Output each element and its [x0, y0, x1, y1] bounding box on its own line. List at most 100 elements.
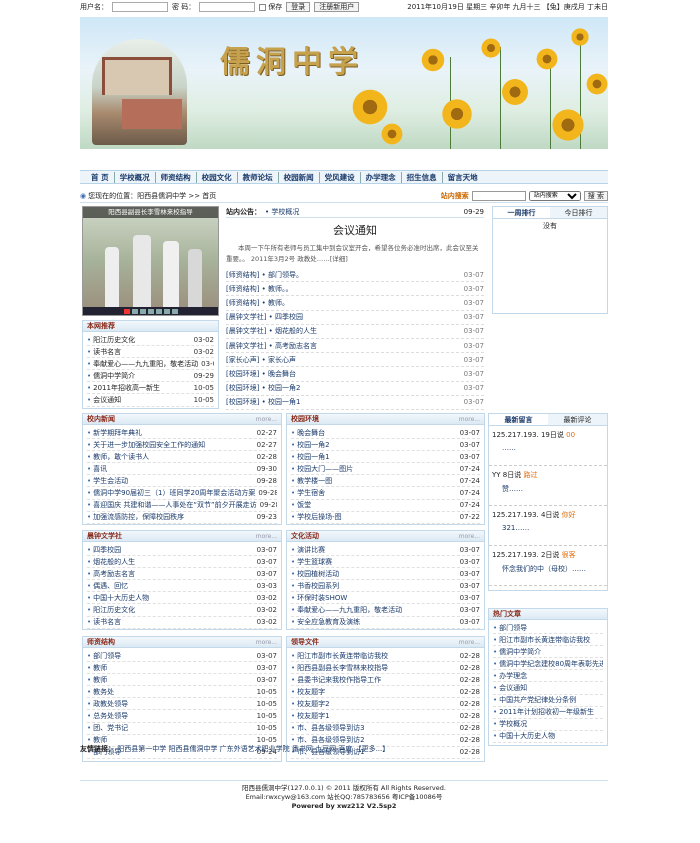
- item-title[interactable]: 政教处领导: [93, 699, 128, 709]
- list-item[interactable]: • 会议通知: [493, 682, 603, 695]
- list-item[interactable]: • 中国共产党纪律处分条例: [493, 695, 603, 707]
- list-item[interactable]: •奉献爱心——九九重阳，敬老活动03-02: [87, 358, 214, 371]
- more-link[interactable]: more...: [459, 533, 480, 540]
- nav-home[interactable]: 首 页: [86, 171, 115, 183]
- list-item[interactable]: • 教师 03-07: [87, 674, 277, 687]
- item-title[interactable]: 奉献爱心——九九重阳，敬老活动: [297, 605, 402, 615]
- list-item[interactable]: • 校园植树活动 03-07: [291, 568, 480, 581]
- list-item[interactable]: • 演讲比赛 03-07: [291, 544, 480, 557]
- message-title[interactable]: 很客: [562, 551, 576, 559]
- more-link[interactable]: more...: [459, 639, 480, 646]
- message-item[interactable]: 125.217.193. 19日说 00 ……: [489, 426, 607, 466]
- list-item[interactable]: •喜迎国庆 共建和谐——人事处在“双节”前夕开展走访09-28: [87, 500, 277, 512]
- list-item[interactable]: • 读书名言 03-02: [87, 346, 214, 359]
- more-link[interactable]: more...: [256, 416, 277, 423]
- list-item[interactable]: • 奉献爱心——九九重阳，敬老活动 03-07: [291, 604, 480, 617]
- news-item[interactable]: [家长心声] • 家长心声 03-07: [226, 353, 484, 368]
- item-title[interactable]: 高考励志名言: [93, 569, 135, 579]
- message-item[interactable]: YY 8日说 路过 赞……: [489, 466, 607, 506]
- list-item[interactable]: • 校园一角1 03-07: [291, 451, 480, 464]
- news-title[interactable]: [晨钟文学社] • 高考励志名言: [226, 341, 317, 351]
- item-title[interactable]: 安全应急教育及演练: [297, 617, 360, 627]
- news-item[interactable]: [师资结构] • 部门领导。 03-07: [226, 268, 484, 283]
- news-item[interactable]: [师资结构] • 教师。 03-07: [226, 296, 484, 311]
- item-title[interactable]: 阳西县副县长李雪林来校指导: [297, 663, 388, 673]
- news-item[interactable]: [晨钟文学社] • 四季校园 03-07: [226, 311, 484, 325]
- list-item[interactable]: • 教学楼一图 07-24: [291, 475, 480, 488]
- item-title[interactable]: 中国十大历史人物: [93, 593, 149, 603]
- item-title[interactable]: 演讲比赛: [297, 545, 325, 555]
- item-title[interactable]: 校园大门——图片: [297, 464, 353, 474]
- register-button[interactable]: 注册新用户: [314, 2, 360, 12]
- nav-faculty[interactable]: 师资结构: [156, 171, 197, 183]
- save-checkbox[interactable]: [259, 3, 267, 11]
- news-title[interactable]: [校园环境] • 校园一角2: [226, 383, 301, 393]
- list-item[interactable]: • 加强流感防控，保障校园秩序 09-23: [87, 512, 277, 524]
- list-item[interactable]: • 读书名言 03-02: [87, 617, 277, 629]
- nav-admission[interactable]: 招生信息: [402, 171, 443, 183]
- item-title[interactable]: 校友题字: [297, 687, 325, 697]
- more-link[interactable]: more...: [459, 416, 480, 423]
- news-item[interactable]: [晨钟文学社] • 烟花般的人生 03-07: [226, 325, 484, 339]
- list-item[interactable]: • 新学期拜年典礼 02-27: [87, 427, 277, 440]
- item-title[interactable]: 晚会舞台: [297, 428, 325, 438]
- list-item[interactable]: • 2011年计划招收初一年级新生: [493, 707, 603, 719]
- news-title[interactable]: [师资结构] • 部门领导。: [226, 270, 303, 280]
- password-input[interactable]: [199, 2, 256, 12]
- list-item[interactable]: • 办学理念: [493, 670, 603, 683]
- list-item[interactable]: • 校友题字 02-28: [291, 686, 480, 699]
- list-item[interactable]: • 阳江历史文化 03-02: [87, 334, 214, 347]
- slide-controls[interactable]: [83, 307, 218, 315]
- list-item[interactable]: • 市、县各级领导到访3 02-28: [291, 723, 480, 735]
- item-title[interactable]: 加强流感防控，保障校园秩序: [93, 512, 184, 522]
- item-title[interactable]: 烟花般的人生: [93, 557, 135, 567]
- item-title[interactable]: 中国共产党纪律处分条例: [499, 695, 576, 705]
- notice-link[interactable]: • 学校概况: [265, 207, 299, 217]
- nav-guestbook[interactable]: 留言天地: [443, 172, 483, 183]
- list-item[interactable]: • 阳江历史文化 03-02: [87, 604, 277, 617]
- list-item[interactable]: • 部门领导 03-07: [87, 650, 277, 663]
- list-item[interactable]: • 阳江市副市长黄连带临访我校: [493, 634, 603, 647]
- nav-forum[interactable]: 教师论坛: [238, 171, 279, 183]
- news-title[interactable]: [校园环境] • 晚会舞台: [226, 369, 296, 379]
- item-title[interactable]: 学校概况: [499, 719, 527, 729]
- links-items[interactable]: 阳西县第一中学 阳西县儒洞中学 广东外语艺术职业学院 番书网 土豆网 百度 【更…: [117, 745, 389, 753]
- item-title[interactable]: 奉献爱心——九九重阳，敬老活动: [93, 359, 198, 369]
- news-title[interactable]: [师资结构] • 教师。: [226, 298, 289, 308]
- message-title[interactable]: 00: [566, 431, 575, 439]
- list-item[interactable]: • 阳江市副市长黄连带临访我校 02-28: [291, 650, 480, 663]
- news-title[interactable]: [师资结构] • 教师。。: [226, 284, 293, 294]
- list-item[interactable]: • 校园大门——图片 07-24: [291, 463, 480, 476]
- item-title[interactable]: 总务处领导: [93, 711, 128, 721]
- item-title[interactable]: 阳江市副市长黄连带临访我校: [297, 651, 388, 661]
- news-title[interactable]: [校园环境] • 校园一角1: [226, 397, 301, 407]
- item-title[interactable]: 校园植树活动: [297, 569, 339, 579]
- item-title[interactable]: 阳江历史文化: [93, 335, 135, 345]
- message-title[interactable]: 你好: [562, 511, 576, 519]
- list-item[interactable]: • 2011年招收高一新生 10-05: [87, 382, 214, 395]
- item-title[interactable]: 市、县各级领导到访3: [297, 723, 364, 733]
- username-input[interactable]: [112, 2, 168, 12]
- list-item[interactable]: • 中国十大历史人物: [493, 731, 603, 743]
- list-item[interactable]: • 会议通知 10-05: [87, 394, 214, 407]
- news-title[interactable]: [晨钟文学社] • 四季校园: [226, 312, 303, 322]
- item-title[interactable]: 校友题字1: [297, 711, 329, 721]
- list-item[interactable]: • 饭堂 07-24: [291, 500, 480, 512]
- login-button[interactable]: 登录: [286, 2, 311, 12]
- list-item[interactable]: • 偶遇、回忆 03-03: [87, 580, 277, 593]
- list-item[interactable]: • 校园一角2 03-07: [291, 439, 480, 452]
- item-title[interactable]: 办学理念: [499, 671, 527, 681]
- list-item[interactable]: • 团、党书记 10-05: [87, 723, 277, 735]
- news-item[interactable]: [校园环境] • 晚会舞台 03-07: [226, 367, 484, 382]
- list-item[interactable]: • 教务处 10-05: [87, 686, 277, 699]
- item-title[interactable]: 县委书记来我校作指导工作: [297, 675, 381, 685]
- search-button[interactable]: 搜 索: [583, 191, 608, 201]
- item-title[interactable]: 读书名言: [93, 347, 121, 357]
- more-link[interactable]: more...: [256, 639, 277, 646]
- list-item[interactable]: • 四季校园 03-07: [87, 544, 277, 557]
- item-title[interactable]: 阳江历史文化: [93, 605, 135, 615]
- item-title[interactable]: 教师，敢个读书人: [93, 452, 149, 462]
- item-title[interactable]: 部门领导: [93, 651, 121, 661]
- list-item[interactable]: • 儒洞中学纪念建校80周年表彰先进暨: [493, 658, 603, 671]
- item-title[interactable]: 儒洞中学90届初三（1）班同学20周年聚会活动方案: [93, 488, 255, 498]
